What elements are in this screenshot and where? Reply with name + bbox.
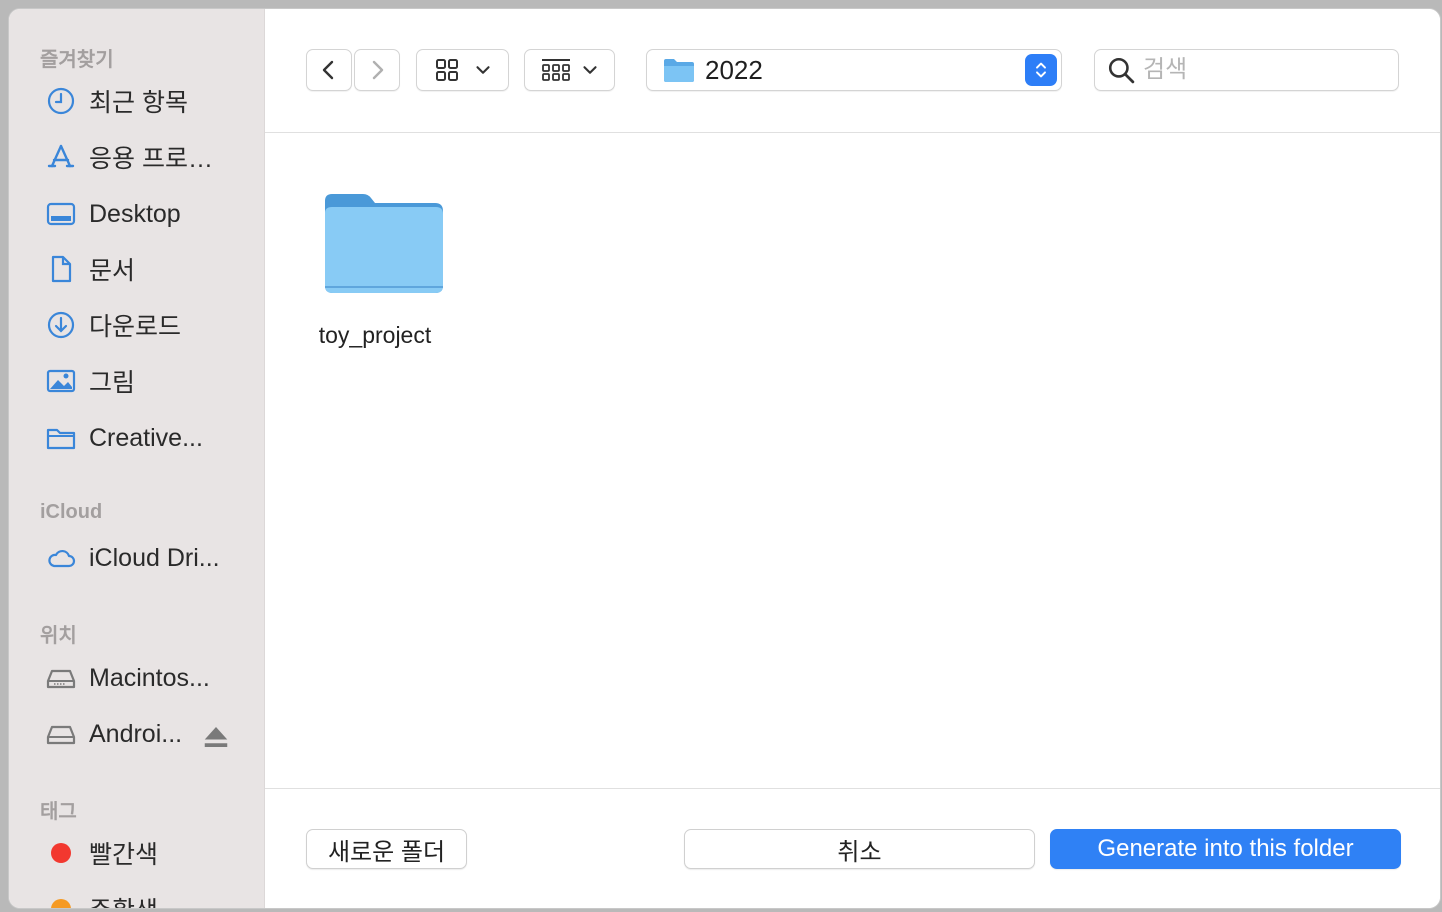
view-mode-button[interactable] (416, 49, 509, 91)
document-icon (45, 253, 77, 285)
orange-tag-dot (51, 899, 71, 908)
dialog-footer: 새로운 폴더 취소 Generate into this folder (265, 788, 1440, 908)
sidebar-item-label: Desktop (89, 199, 181, 228)
picture-icon (45, 365, 77, 397)
download-icon (45, 309, 77, 341)
group-by-button[interactable] (524, 49, 615, 91)
sidebar-item-label: Creative... (89, 423, 203, 452)
eject-icon[interactable] (201, 722, 231, 759)
sidebar-item-documents[interactable]: 문서 (45, 249, 255, 289)
search-icon (1108, 57, 1135, 84)
sidebar-item-label: 주황색 (89, 891, 158, 908)
sidebar-section-favorites: 즐겨찾기 (40, 49, 114, 71)
folder-icon (45, 422, 77, 454)
sidebar-item-label: 문서 (89, 257, 136, 285)
sidebar-item-applications[interactable]: 응용 프로… (45, 137, 255, 177)
chevron-down-icon (475, 66, 490, 74)
sidebar-item-desktop[interactable]: Desktop (45, 194, 255, 234)
file-browser: toy_project (265, 133, 1440, 788)
sidebar-item-creative[interactable]: Creative... (45, 418, 255, 458)
forward-button[interactable] (354, 49, 400, 91)
chevron-right-icon (372, 60, 384, 80)
sidebar-item-label: 최근 항목 (89, 89, 188, 117)
folder-name: toy_project (318, 322, 432, 348)
sidebar-item-pictures[interactable]: 그림 (45, 361, 255, 401)
sidebar-item-macintosh-hd[interactable]: Macintos... (45, 658, 255, 698)
cancel-button[interactable]: 취소 (684, 829, 1035, 869)
red-tag-dot (51, 843, 71, 863)
file-dialog: 즐겨찾기 최근 항목 응용 프로… Desktop 문서 다운로드 그림 Cre… (8, 8, 1441, 909)
sidebar-item-tag-orange[interactable]: 주황색 (45, 889, 255, 908)
current-folder-label: 2022 (705, 54, 763, 85)
sidebar-section-locations: 위치 (40, 625, 77, 647)
group-icon (541, 59, 570, 81)
back-button[interactable] (306, 49, 352, 91)
toolbar: 2022 (265, 9, 1440, 133)
new-folder-button[interactable]: 새로운 폴더 (306, 829, 467, 869)
sidebar-item-label: 빨간색 (89, 841, 159, 869)
sidebar-item-label: Androi... (89, 719, 183, 748)
sidebar-item-label: 응용 프로… (89, 145, 213, 173)
sidebar-section-tags: 태그 (40, 801, 77, 823)
sidebar: 즐겨찾기 최근 항목 응용 프로… Desktop 문서 다운로드 그림 Cre… (9, 9, 265, 908)
folder-item[interactable]: toy_project (305, 191, 445, 349)
sidebar-item-downloads[interactable]: 다운로드 (45, 305, 255, 345)
chevron-down-icon (582, 66, 597, 74)
search-input[interactable] (1143, 56, 1383, 84)
search-field[interactable] (1094, 49, 1399, 91)
folder-icon (325, 194, 443, 293)
sidebar-item-recents[interactable]: 최근 항목 (45, 81, 255, 121)
sidebar-section-icloud: iCloud (40, 501, 103, 523)
drive-icon (45, 718, 77, 750)
drive-icon (45, 662, 77, 694)
desktop-icon (45, 198, 77, 230)
sidebar-item-label: iCloud Dri... (89, 543, 220, 572)
clock-icon (45, 85, 77, 117)
chevron-left-icon (322, 60, 334, 80)
sidebar-item-icloud-drive[interactable]: iCloud Dri... (45, 538, 255, 578)
sidebar-item-label: 다운로드 (89, 313, 182, 341)
up-down-stepper-icon (1025, 54, 1057, 86)
sidebar-item-label: 그림 (89, 369, 136, 397)
app-store-icon (45, 141, 77, 173)
sidebar-item-android[interactable]: Androi... (45, 714, 255, 754)
sidebar-item-label: Macintos... (89, 663, 210, 692)
generate-button[interactable]: Generate into this folder (1050, 829, 1401, 869)
sidebar-item-tag-red[interactable]: 빨간색 (45, 833, 255, 873)
cloud-icon (45, 542, 77, 574)
folder-icon (664, 59, 694, 82)
location-popup[interactable]: 2022 (646, 49, 1062, 91)
grid-view-icon (435, 59, 458, 81)
